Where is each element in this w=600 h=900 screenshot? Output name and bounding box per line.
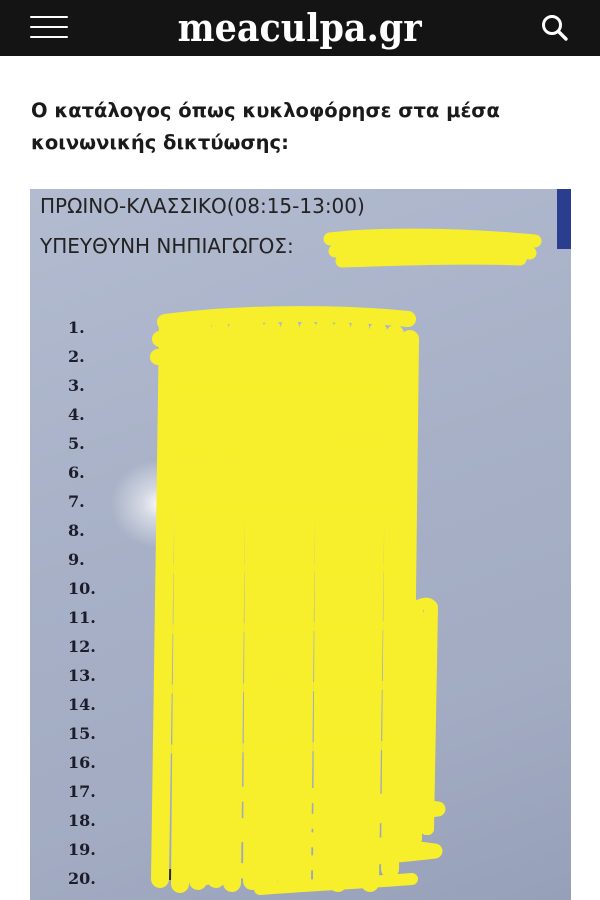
hamburger-menu-icon[interactable] [30, 12, 68, 42]
yellow-redaction-scribble [150, 228, 542, 895]
site-logo[interactable]: meaculpa.gr [178, 0, 422, 56]
search-icon[interactable] [536, 8, 576, 48]
class-list-photo: ΠΡΩΙΝΟ-ΚΛΑΣΣΙΚΟ(08:15-13:00) ΥΠΕΥΘΥΝΗ ΝΗ… [30, 189, 571, 900]
article-lead-text: Ο κατάλογος όπως κυκλοφόρησε στα μέσα κο… [31, 99, 500, 154]
top-navigation-bar: meaculpa.gr [0, 0, 600, 56]
